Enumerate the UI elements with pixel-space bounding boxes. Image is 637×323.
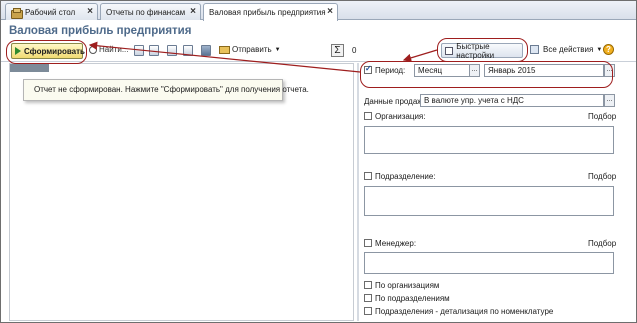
arrow-to-generate <box>88 41 361 73</box>
annotation-arrows <box>88 41 438 73</box>
arrow-to-period <box>402 49 438 62</box>
